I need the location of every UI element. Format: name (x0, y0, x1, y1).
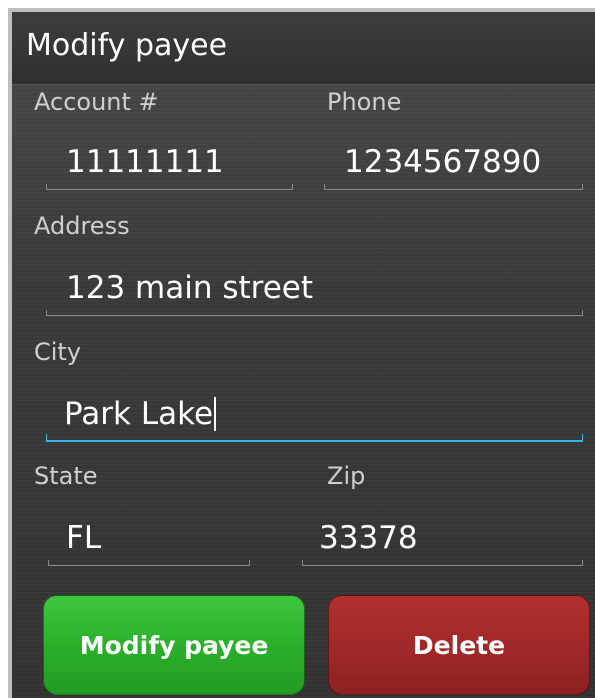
phone-underline (324, 184, 583, 190)
account-underline (46, 184, 293, 190)
state-value: FL (66, 520, 102, 556)
city-label: City (34, 338, 82, 366)
city-value-wrap: Park Lake (64, 394, 217, 434)
account-field[interactable]: 11111111 (46, 142, 293, 190)
address-value: 123 main street (66, 270, 314, 306)
phone-field[interactable]: 1234567890 (324, 142, 583, 190)
zip-value: 33378 (319, 520, 418, 556)
city-underline-focused (46, 434, 583, 442)
delete-button-label: Delete (412, 630, 506, 660)
dialog-title: Modify payee (26, 28, 228, 63)
text-cursor (214, 396, 217, 431)
state-underline (48, 560, 250, 566)
city-value: Park Lake (64, 396, 214, 432)
state-label: State (34, 462, 98, 490)
modify-payee-button[interactable]: Modify payee (43, 595, 305, 695)
account-label: Account # (34, 88, 159, 116)
zip-label: Zip (327, 462, 366, 490)
phone-label: Phone (327, 88, 402, 116)
modify-payee-dialog: Modify payee Account # 11111111 Phone 12… (8, 8, 595, 698)
dialog-title-bar: Modify payee (12, 12, 595, 85)
account-value: 11111111 (66, 144, 224, 180)
city-field[interactable]: Park Lake (46, 394, 583, 442)
address-underline (46, 310, 583, 316)
state-field[interactable]: FL (48, 518, 250, 566)
modify-payee-button-label: Modify payee (79, 630, 269, 660)
screen: Modify payee Account # 11111111 Phone 12… (0, 0, 595, 698)
address-field[interactable]: 123 main street (46, 268, 583, 316)
zip-underline (302, 560, 583, 566)
zip-field[interactable]: 33378 (302, 518, 583, 566)
address-label: Address (34, 212, 130, 240)
phone-value: 1234567890 (344, 144, 542, 180)
delete-button[interactable]: Delete (328, 595, 590, 695)
